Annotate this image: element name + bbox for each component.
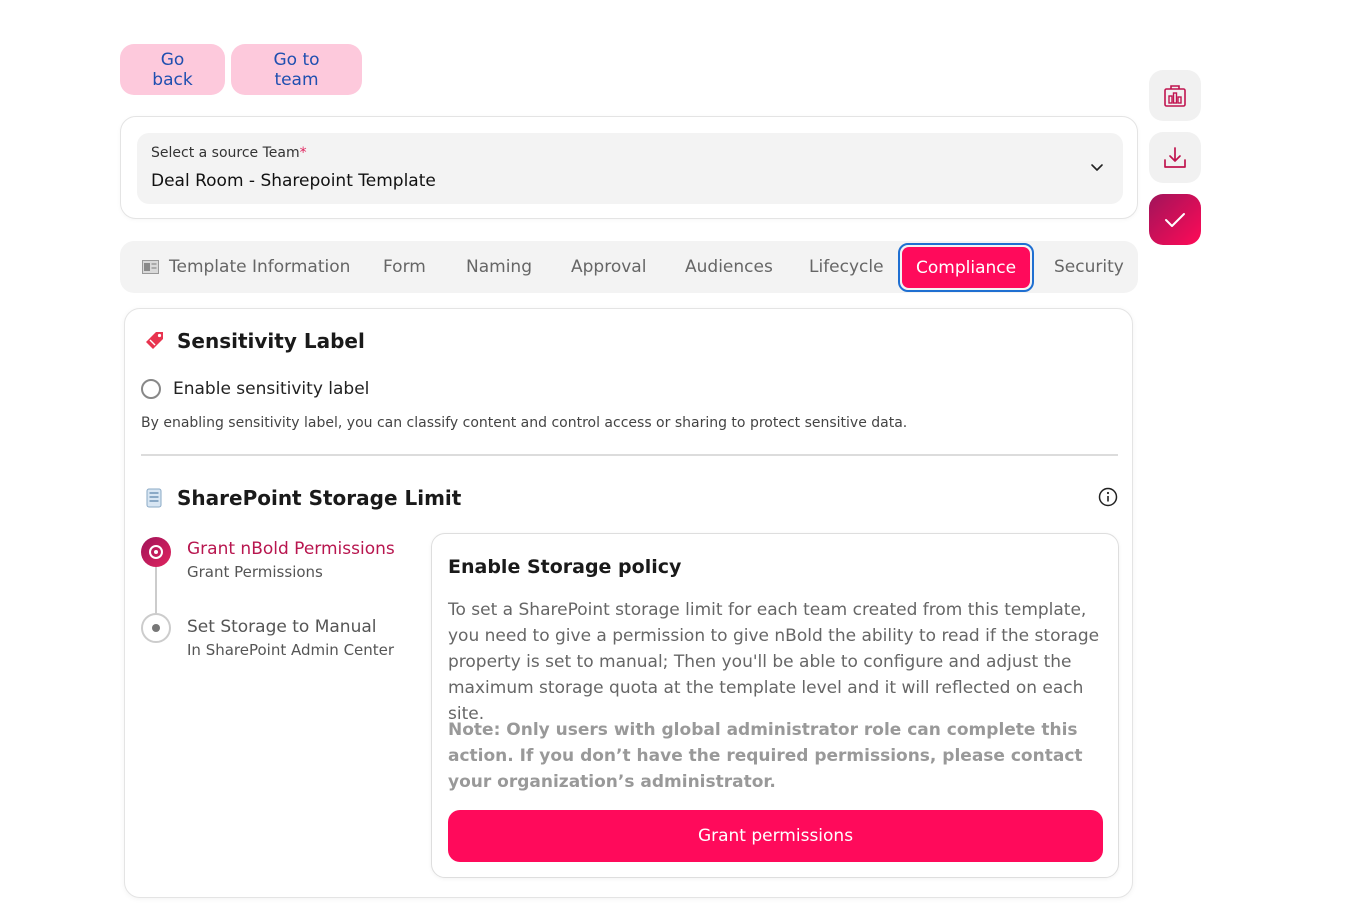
step-title[interactable]: Set Storage to Manual bbox=[187, 617, 376, 637]
sensitivity-label-heading: Sensitivity Label bbox=[143, 329, 365, 353]
tab-lifecycle[interactable]: Lifecycle bbox=[809, 241, 884, 293]
storage-limit-heading: SharePoint Storage Limit bbox=[143, 486, 461, 510]
tab-approval[interactable]: Approval bbox=[571, 241, 646, 293]
policy-description: To set a SharePoint storage limit for ea… bbox=[448, 600, 1100, 724]
step-title[interactable]: Grant nBold Permissions bbox=[187, 539, 395, 559]
download-icon bbox=[1164, 146, 1186, 168]
policy-title: Enable Storage policy bbox=[448, 556, 682, 578]
source-team-label: Select a source Team* bbox=[151, 145, 307, 161]
template-icon bbox=[142, 260, 159, 274]
enable-sensitivity-label-row[interactable]: Enable sensitivity label bbox=[141, 379, 369, 399]
check-icon bbox=[1165, 212, 1185, 227]
go-to-team-button[interactable]: Go to team bbox=[231, 44, 362, 95]
save-button[interactable] bbox=[1149, 194, 1201, 245]
tab-template-information[interactable]: Template Information bbox=[142, 241, 350, 293]
step-active-indicator bbox=[141, 537, 171, 567]
info-icon[interactable] bbox=[1098, 487, 1118, 507]
tab-form[interactable]: Form bbox=[383, 241, 426, 293]
step-connector bbox=[155, 563, 157, 615]
go-back-button[interactable]: Go back bbox=[120, 44, 225, 95]
report-icon bbox=[1164, 84, 1186, 107]
download-button[interactable] bbox=[1149, 132, 1201, 183]
source-team-select[interactable]: Select a source Team* Deal Room - Sharep… bbox=[137, 133, 1123, 204]
step-pending-indicator bbox=[141, 613, 171, 643]
compliance-panel: Sensitivity Label Enable sensitivity lab… bbox=[124, 308, 1133, 898]
tab-audiences[interactable]: Audiences bbox=[685, 241, 773, 293]
chevron-down-icon[interactable] bbox=[1089, 159, 1105, 175]
side-actions bbox=[1149, 70, 1201, 245]
tab-bar: Template Information Form Naming Approva… bbox=[120, 241, 1138, 293]
tab-compliance[interactable]: Compliance bbox=[898, 243, 1035, 292]
top-nav: Go back Go to team bbox=[120, 44, 362, 95]
source-team-value: Deal Room - Sharepoint Template bbox=[151, 171, 436, 191]
enable-sensitivity-label-text: Enable sensitivity label bbox=[173, 379, 370, 399]
grant-permissions-button[interactable]: Grant permissions bbox=[448, 810, 1103, 862]
tag-icon bbox=[146, 332, 163, 349]
required-mark: * bbox=[299, 145, 307, 161]
policy-note: Note: Only users with global administrat… bbox=[448, 720, 1083, 792]
step-subtitle: In SharePoint Admin Center bbox=[187, 641, 395, 659]
storage-icon bbox=[146, 488, 162, 508]
section-divider bbox=[141, 454, 1118, 456]
storage-policy-card: Enable Storage policy To set a SharePoin… bbox=[431, 533, 1119, 878]
tab-security[interactable]: Security bbox=[1054, 241, 1124, 293]
sensitivity-description: By enabling sensitivity label, you can c… bbox=[141, 415, 908, 431]
report-button[interactable] bbox=[1149, 70, 1201, 121]
step-subtitle: Grant Permissions bbox=[187, 563, 323, 581]
storage-stepper: Grant nBold Permissions Grant Permission… bbox=[141, 537, 421, 667]
source-team-card: Select a source Team* Deal Room - Sharep… bbox=[120, 116, 1138, 219]
enable-sensitivity-label-checkbox[interactable] bbox=[141, 379, 161, 399]
tab-naming[interactable]: Naming bbox=[466, 241, 532, 293]
